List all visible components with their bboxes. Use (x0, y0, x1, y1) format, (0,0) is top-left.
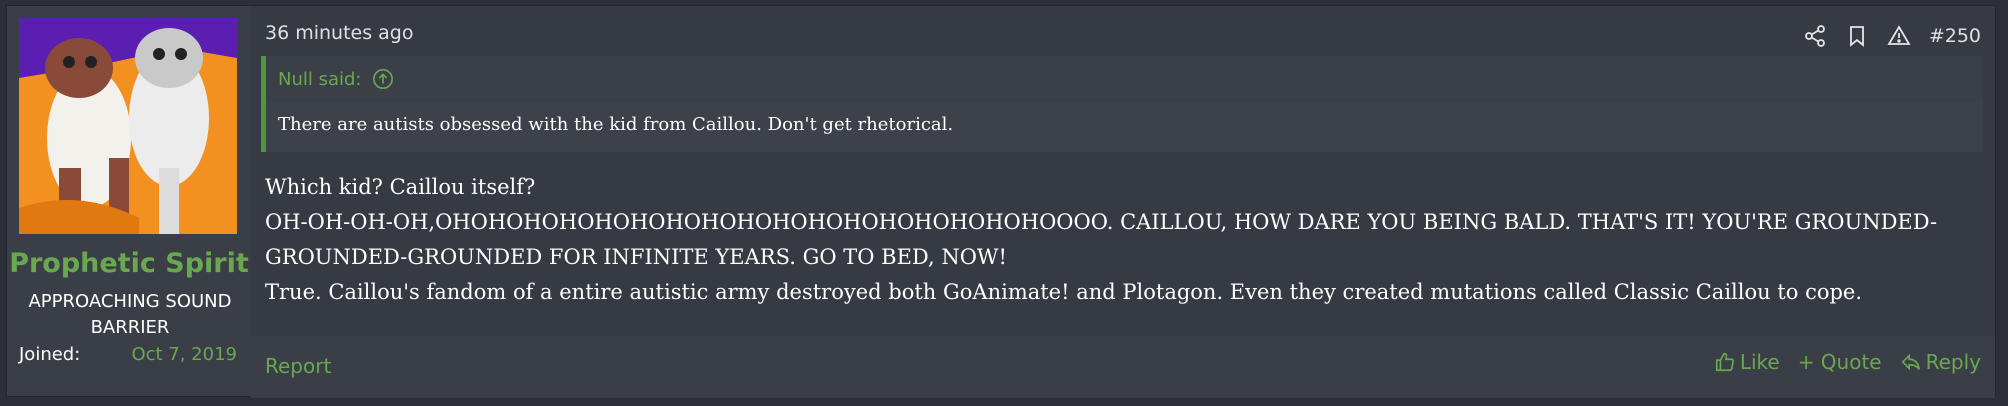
message-body: Which kid? Caillou itself? OH-OH-OH-OH,O… (265, 170, 1965, 310)
avatar[interactable] (19, 18, 237, 234)
quote-label: + Quote (1797, 350, 1882, 374)
post-time[interactable]: 36 minutes ago (265, 22, 414, 44)
joined-date: Oct 7, 2019 (131, 344, 237, 365)
report-link[interactable]: Report (265, 354, 331, 378)
post-number[interactable]: #250 (1929, 25, 1981, 47)
quote-text: There are autists obsessed with the kid … (278, 114, 954, 135)
reply-icon (1901, 353, 1920, 371)
user-title: APPROACHING SOUND BARRIER (28, 291, 232, 338)
quote-author[interactable]: Null said: (278, 69, 362, 90)
username[interactable]: Prophetic Spirit (7, 248, 251, 279)
post-actions: Like + Quote Reply (1714, 350, 1981, 374)
message-line: OH-OH-OH-OH,OHOHOHOHOHOHOHOHOHOHOHOHOHOH… (265, 210, 1938, 269)
like-label: Like (1739, 350, 1780, 374)
post-footer: Report Like + Quote Reply (251, 336, 1995, 398)
message-line: Which kid? Caillou itself? (265, 175, 536, 199)
joined-label: Joined: (19, 344, 81, 365)
reply-button[interactable]: Reply (1900, 350, 1981, 374)
like-button[interactable]: Like (1714, 350, 1780, 374)
user-sidebar: Prophetic Spirit APPROACHING SOUND BARRI… (7, 6, 251, 396)
post-main: 36 minutes ago #250 Null said: There are… (251, 6, 1995, 398)
forum-post: Prophetic Spirit APPROACHING SOUND BARRI… (6, 5, 1996, 398)
bookmark-icon[interactable] (1845, 24, 1869, 48)
arrow-up-circle-icon[interactable] (372, 68, 394, 90)
warning-icon[interactable] (1887, 24, 1911, 48)
message-line: True. Caillou's fandom of a entire autis… (265, 280, 1863, 304)
share-icon[interactable] (1803, 24, 1827, 48)
thumbs-up-icon (1715, 352, 1734, 372)
quote-block: Null said: There are autists obsessed wi… (261, 56, 1983, 152)
quote-button[interactable]: + Quote (1798, 350, 1882, 374)
reply-label: Reply (1925, 350, 1981, 374)
post-tools: #250 (1803, 18, 1981, 54)
avatar-image (19, 18, 237, 234)
quote-header[interactable]: Null said: (266, 56, 1983, 102)
